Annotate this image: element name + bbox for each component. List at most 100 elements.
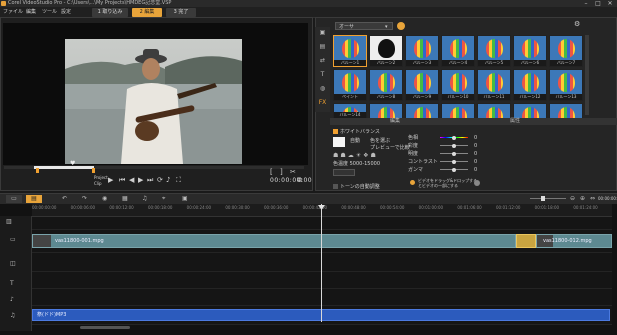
mark-in-handle[interactable] — [36, 168, 39, 173]
video-track-icon[interactable]: ▭ — [10, 236, 16, 244]
mark-in-icon[interactable]: [ — [270, 168, 273, 176]
end-icon[interactable]: ⏭ — [147, 176, 153, 184]
library-options-icon[interactable]: ⚙ — [574, 20, 584, 28]
slider-knob[interactable] — [452, 143, 456, 148]
record-capture-icon[interactable]: ◉ — [102, 195, 107, 203]
track-manager-icon[interactable]: ▥ — [6, 218, 12, 226]
instant-project-icon[interactable]: ▤ — [318, 43, 327, 51]
trim-range[interactable] — [34, 166, 94, 169]
video-clip[interactable]: vas11800-001.mpg — [32, 234, 516, 248]
library-thumbnail[interactable] — [477, 103, 511, 119]
library-thumbnail[interactable] — [405, 103, 439, 119]
maximize-icon[interactable]: □ — [592, 0, 604, 7]
library-thumbnail[interactable]: バルーン6 — [513, 35, 547, 67]
overlay-track-icon[interactable]: ◫ — [10, 260, 16, 268]
library-thumbnail[interactable]: バルーン11 — [477, 69, 511, 101]
next-frame-icon[interactable]: ▶ — [138, 176, 143, 184]
video-clip[interactable]: vas11800-012.mpg — [536, 234, 612, 248]
reset-icon[interactable] — [474, 180, 480, 186]
library-scrollbar[interactable] — [585, 35, 589, 115]
preview-compare-label[interactable]: プレビューで比較 — [370, 145, 410, 151]
tab-edit[interactable]: 2 編集 — [132, 8, 162, 17]
playhead[interactable] — [321, 204, 322, 322]
auto-label[interactable]: 自動 — [350, 138, 360, 144]
play-icon[interactable]: ▶ — [108, 176, 113, 184]
timeline-scrollbar[interactable] — [80, 326, 130, 329]
menu-settings[interactable]: 設定 — [61, 7, 71, 17]
mark-out-icon[interactable]: ] — [280, 168, 283, 176]
library-thumbnail[interactable]: バルーン7 — [549, 35, 583, 67]
repeat-icon[interactable]: ⟳ — [157, 176, 163, 184]
fit-project-icon[interactable]: ⇔ — [590, 195, 595, 203]
adjust-slider[interactable] — [440, 143, 468, 148]
motion-track-icon[interactable]: ⌖ — [162, 195, 165, 203]
mark-out-handle[interactable] — [92, 168, 95, 173]
media-icon[interactable]: ▣ — [318, 29, 327, 37]
tab-attribute[interactable]: 属性 — [510, 118, 520, 125]
split-icon[interactable]: ✂ — [290, 168, 296, 176]
tab-edit-options[interactable]: 編集 — [390, 118, 400, 125]
clip-label[interactable]: Clip — [94, 181, 102, 187]
graphic-icon[interactable]: ◍ — [318, 85, 327, 93]
add-folder-icon[interactable] — [397, 22, 405, 30]
volume-icon[interactable]: ♪ — [166, 176, 170, 184]
apply-bulb-icon[interactable] — [410, 180, 415, 185]
transition-icon[interactable]: ⇄ — [318, 57, 327, 65]
slider-knob[interactable] — [452, 159, 456, 164]
library-thumbnail[interactable]: バルーン9 — [405, 69, 439, 101]
library-thumbnail[interactable]: バルーン10 — [441, 69, 475, 101]
library-thumbnail[interactable]: バルーン3 — [405, 35, 439, 67]
scrubber-heart-icon[interactable]: ♥ — [70, 161, 75, 167]
zoom-slider[interactable] — [530, 198, 566, 199]
music-track-icon[interactable]: ♫ — [10, 312, 15, 320]
auto-music-icon[interactable]: ♫ — [142, 195, 147, 203]
minimize-icon[interactable]: – — [580, 0, 592, 7]
adjust-slider[interactable] — [440, 159, 468, 164]
library-thumbnail[interactable]: バルーン14 — [333, 103, 367, 119]
library-thumbnail[interactable] — [513, 103, 547, 119]
subtitle-icon[interactable]: ▣ — [182, 195, 188, 203]
fullscreen-icon[interactable]: ⛶ — [176, 176, 181, 184]
storyboard-view-icon[interactable]: ▭ — [6, 195, 22, 203]
library-thumbnail[interactable]: バルーン8 — [369, 69, 403, 101]
library-thumbnail[interactable]: バルーン13 — [549, 69, 583, 101]
menu-edit[interactable]: 編集 — [26, 7, 36, 17]
adjust-slider[interactable] — [440, 135, 468, 140]
home-icon[interactable]: ⏮ — [119, 176, 125, 184]
transition-clip[interactable] — [516, 234, 536, 248]
title-track-icon[interactable]: T — [10, 280, 14, 288]
library-thumbnail[interactable]: バルーン4 — [441, 35, 475, 67]
prev-frame-icon[interactable]: ◀ — [129, 176, 134, 184]
color-temp-input[interactable] — [333, 169, 355, 176]
mixer-icon[interactable]: ▦ — [122, 195, 128, 203]
timecode[interactable]: 00:00:00:00 — [270, 177, 312, 184]
menu-file[interactable]: ファイル — [3, 7, 23, 17]
library-thumbnail[interactable] — [369, 103, 403, 119]
adjust-slider[interactable] — [440, 151, 468, 156]
slider-knob[interactable] — [452, 167, 456, 172]
tab-share[interactable]: 3 完了 — [166, 8, 196, 17]
enlarge-preview-icon[interactable]: ⧉ — [297, 176, 302, 184]
library-thumbnail[interactable] — [549, 103, 583, 119]
library-thumbnail[interactable] — [441, 103, 475, 119]
preset-icons-row[interactable]: ☗☗☁☀❖☗ — [333, 152, 393, 160]
close-icon[interactable]: ✕ — [604, 0, 616, 7]
library-thumbnail[interactable]: バルーン2 — [369, 35, 403, 67]
white-balance-checkbox[interactable] — [333, 129, 338, 134]
auto-tone-checkbox[interactable] — [333, 184, 338, 189]
library-thumbnail[interactable]: バルーン1 — [333, 35, 367, 67]
title-icon[interactable]: T — [318, 71, 327, 79]
library-thumbnail[interactable]: ペイント — [333, 69, 367, 101]
category-select[interactable]: オーサ ▾ — [335, 22, 393, 30]
fx-filter-icon[interactable]: FX — [318, 99, 327, 107]
zoom-slider-knob[interactable] — [541, 196, 545, 201]
zoom-out-icon[interactable]: ⊖ — [570, 195, 575, 203]
slider-knob[interactable] — [452, 151, 456, 156]
slider-knob[interactable] — [452, 135, 456, 140]
library-thumbnail[interactable]: バルーン12 — [513, 69, 547, 101]
adjust-slider[interactable] — [440, 167, 468, 172]
voice-track-icon[interactable]: ♪ — [10, 296, 14, 304]
zoom-in-icon[interactable]: ⊕ — [580, 195, 585, 203]
menu-tools[interactable]: ツール — [42, 7, 57, 17]
timeline-view-icon[interactable]: ▤ — [26, 195, 42, 203]
